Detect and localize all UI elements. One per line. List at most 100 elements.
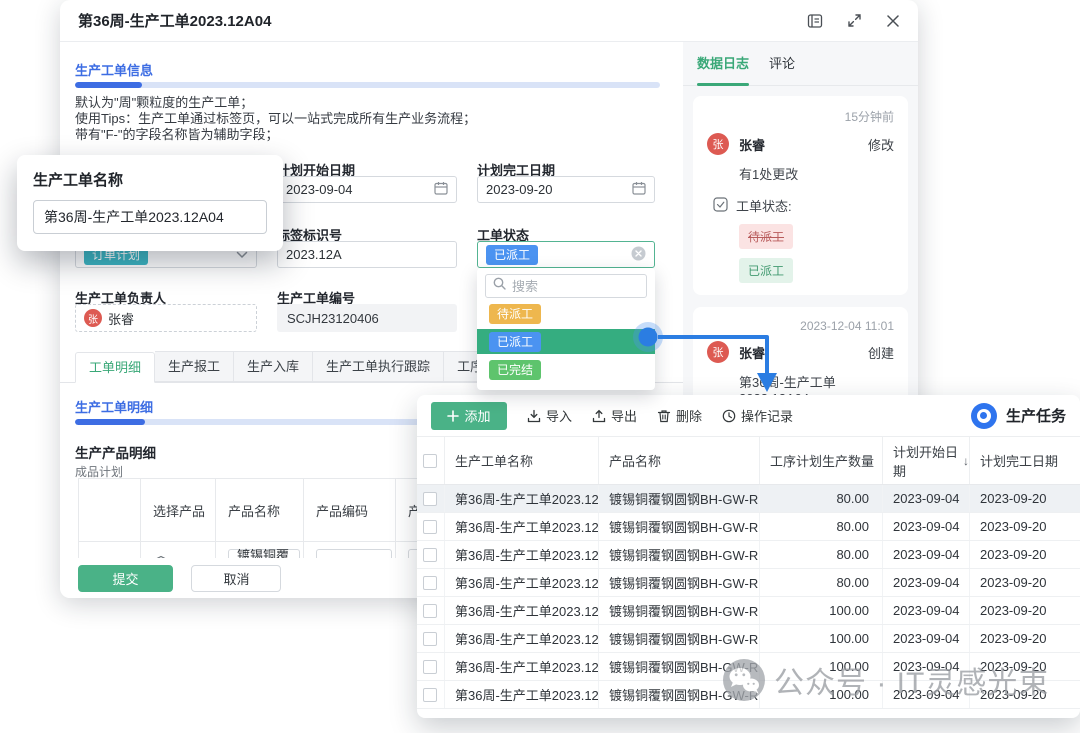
log-user: 张睿	[739, 135, 765, 154]
table-cell: 第36周-生产工单2023.12A04	[445, 541, 599, 568]
import-icon	[527, 409, 541, 423]
status-option-completed[interactable]: 已完结	[477, 357, 655, 382]
table-cell: 2023-09-04	[883, 541, 970, 568]
status-new-badge: 已派工	[739, 258, 793, 283]
plan-start-input[interactable]: 2023-09-04	[277, 176, 457, 203]
table-row[interactable]: 第36周-生产工单2023.12A04镀锡铜覆钢圆钢BH-GW-R1080.00…	[417, 541, 1080, 569]
row-checkbox[interactable]	[423, 576, 437, 590]
cancel-button[interactable]: 取消	[191, 565, 281, 592]
table-row[interactable]: 第36周-生产工单2023.12A04镀锡铜覆钢圆钢BH-GW-R1080.00…	[417, 569, 1080, 597]
row-checkbox[interactable]	[423, 604, 437, 618]
plan-finish-input[interactable]: 2023-09-20	[477, 176, 655, 203]
app-name: 生产任务	[1006, 405, 1066, 426]
table-row[interactable]: 第36周-生产工单2023.12A04镀锡铜覆钢圆钢BH-GW-R12100.0…	[417, 625, 1080, 653]
history-button[interactable]: 操作记录	[722, 406, 793, 425]
work-order-name-label: 生产工单名称	[33, 169, 267, 190]
form-description: 默认为"周"颗粒度的生产工单； 使用Tips：生产工单通过标签页，可以一站式完成…	[75, 95, 476, 143]
import-button[interactable]: 导入	[527, 406, 572, 425]
select-all-checkbox[interactable]	[423, 454, 437, 468]
row-checkbox[interactable]	[423, 632, 437, 646]
table-cell: 镀锡铜覆钢圆钢BH-GW-R12	[599, 681, 760, 708]
log-action: 创建	[868, 343, 894, 362]
table-cell: 100.00	[760, 681, 883, 708]
tab-work-order-detail[interactable]: 工单明细	[75, 352, 155, 383]
table-cell: 第36周-生产工单2023.12A04	[445, 485, 599, 512]
close-icon[interactable]	[886, 14, 900, 28]
section-progress-bar	[75, 82, 660, 88]
table-row[interactable]: 第36周-生产工单2023.12A04镀锡铜覆钢圆钢BH-GW-R12100.0…	[417, 681, 1080, 709]
status-option-dispatched[interactable]: 已派工	[477, 329, 655, 354]
table-row[interactable]: 第36周-生产工单2023.12A04镀锡铜覆钢圆钢BH-GW-R1080.00…	[417, 485, 1080, 513]
table-cell: 镀锡铜覆钢圆钢BH-GW-R12	[599, 625, 760, 652]
table-cell: 第36周-生产工单2023.12A04	[445, 653, 599, 680]
owner-field[interactable]: 张 张睿	[75, 304, 257, 332]
table-cell: 2023-09-20	[970, 485, 1080, 512]
table-cell: 100.00	[760, 625, 883, 652]
status-option-pending[interactable]: 待派工	[477, 301, 655, 326]
table-cell: 2023-09-04	[883, 653, 970, 680]
status-dropdown: 待派工 已派工 已完结	[477, 268, 655, 390]
section-title-detail: 生产工单明细	[75, 397, 153, 416]
row-checkbox[interactable]	[423, 688, 437, 702]
work-order-name-input[interactable]	[33, 200, 267, 234]
page: 第36周-生产工单2023.12A04 生产工单信息 默认为"周"颗粒度的生产工…	[0, 0, 1080, 733]
sort-desc-icon[interactable]: ↓	[963, 454, 969, 468]
calendar-icon[interactable]	[632, 181, 646, 198]
avatar: 张	[707, 133, 729, 155]
table-cell: 第36周-生产工单2023.12A04	[445, 625, 599, 652]
table-row[interactable]: 第36周-生产工单2023.12A04镀锡铜覆钢圆钢BH-GW-R1080.00…	[417, 513, 1080, 541]
table-cell: 2023-09-20	[970, 513, 1080, 540]
table-cell: 2023-09-20	[970, 569, 1080, 596]
add-button[interactable]: 添加	[431, 402, 507, 430]
row-checkbox[interactable]	[423, 492, 437, 506]
app-chip: 生产任务	[971, 403, 1066, 429]
table-cell: 镀锡铜覆钢圆钢BH-GW-R10	[599, 513, 760, 540]
table-cell: 第36周-生产工单2023.12A04	[445, 597, 599, 624]
log-action: 修改	[868, 135, 894, 154]
table-row[interactable]: 第36周-生产工单2023.12A04镀锡铜覆钢圆钢BH-GW-R12100.0…	[417, 597, 1080, 625]
table-cell: 100.00	[760, 597, 883, 624]
row-checkbox[interactable]	[423, 520, 437, 534]
table-cell: 第36周-生产工单2023.12A04	[445, 569, 599, 596]
submit-button[interactable]: 提交	[78, 565, 173, 592]
row-checkbox[interactable]	[423, 660, 437, 674]
tab-production-report[interactable]: 生产报工	[155, 351, 234, 382]
calendar-icon[interactable]	[434, 181, 448, 198]
tab-comments[interactable]: 评论	[769, 42, 795, 86]
status-select[interactable]: 已派工	[477, 241, 655, 268]
table-cell: 镀锡铜覆钢圆钢BH-GW-R10	[599, 541, 760, 568]
table-cell: 第36周-生产工单2023.12A04	[445, 681, 599, 708]
table-cell: 第36周-生产工单2023.12A04	[445, 513, 599, 540]
tab-execution-tracking[interactable]: 生产工单执行跟踪	[313, 351, 444, 382]
log-panel-icon[interactable]	[807, 13, 823, 29]
table-cell: 2023-09-04	[883, 681, 970, 708]
log-entry-modify: 15分钟前 张 张睿 修改 有1处更改 工单状态: 待派工 已派工	[693, 96, 908, 295]
order-no-field: SCJH23120406	[277, 304, 457, 332]
delete-button[interactable]: 删除	[657, 406, 702, 425]
table-cell: 镀锡铜覆钢圆钢BH-GW-R12	[599, 597, 760, 624]
table-row[interactable]: 第36周-生产工单2023.12A04镀锡铜覆钢圆钢BH-GW-R12100.0…	[417, 653, 1080, 681]
search-input[interactable]	[512, 279, 639, 294]
sort-column-header[interactable]: 计划开始日期↓	[883, 437, 970, 484]
row-checkbox[interactable]	[423, 548, 437, 562]
label-id-input[interactable]: 2023.12A	[277, 241, 457, 268]
clock-icon	[722, 409, 736, 423]
tab-data-log[interactable]: 数据日志	[697, 42, 749, 86]
tab-production-inbound[interactable]: 生产入库	[234, 351, 313, 382]
export-button[interactable]: 导出	[592, 406, 637, 425]
table-cell: 2023-09-04	[883, 625, 970, 652]
table-cell: 80.00	[760, 569, 883, 596]
expand-icon[interactable]	[847, 13, 862, 28]
window-title: 第36周-生产工单2023.12A04	[78, 10, 271, 31]
table-cell: 2023-09-04	[883, 513, 970, 540]
search-icon	[493, 277, 506, 295]
connector-arrow	[630, 318, 800, 403]
status-old-badge: 待派工	[739, 224, 793, 249]
table-cell: 2023-09-20	[970, 653, 1080, 680]
log-field-name: 工单状态:	[736, 196, 792, 215]
clear-icon[interactable]	[631, 246, 646, 264]
table-cell: 2023-09-20	[970, 597, 1080, 624]
checkbox-field-icon	[713, 197, 728, 215]
dropdown-search[interactable]	[485, 274, 647, 298]
production-task-app-icon	[971, 403, 997, 429]
